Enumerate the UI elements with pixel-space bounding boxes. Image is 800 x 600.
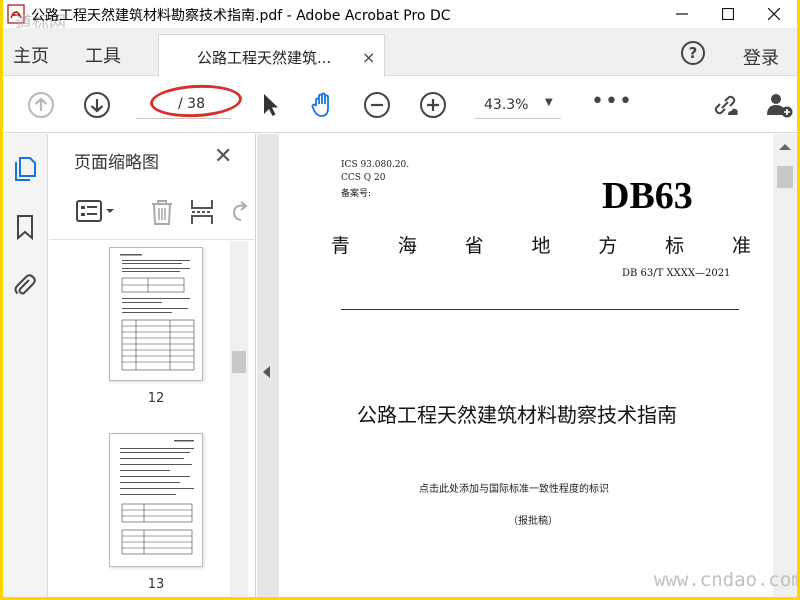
standard-number: DB 63/T XXXX—2021	[622, 268, 731, 279]
document-tab-label: 公路工程天然建筑...	[197, 49, 332, 67]
add-user-icon[interactable]	[765, 91, 793, 119]
zoom-out-icon[interactable]	[363, 91, 391, 119]
record-number: 备案号:	[341, 189, 372, 199]
heading-char: 省	[464, 235, 484, 257]
thumbnails-close-icon[interactable]: ✕	[214, 144, 232, 169]
thumbnails-scrollbar[interactable]	[230, 241, 248, 597]
ics-code: ICS 93.080.20.	[341, 160, 410, 170]
thumbnail-page-12[interactable]	[109, 247, 203, 381]
heading-char: 海	[397, 235, 417, 257]
page-thumbnails-panel: 页面缩略图 ✕ 12 13	[49, 134, 256, 597]
close-window-button[interactable]	[751, 0, 797, 28]
more-tools-icon[interactable]: •••	[591, 89, 633, 114]
watermark-bottom: www.cndao.com	[654, 569, 797, 591]
extract-pages-icon[interactable]	[189, 198, 215, 226]
trash-icon[interactable]	[149, 198, 175, 226]
document-scrollbar[interactable]	[773, 134, 797, 597]
attachment-icon[interactable]	[12, 272, 38, 298]
thumbnails-scrollbar-thumb[interactable]	[232, 351, 246, 373]
zoom-value: 43.3%	[484, 97, 529, 113]
previous-page-icon[interactable]	[27, 91, 55, 119]
standard-code: DB63	[602, 175, 693, 217]
minimize-button[interactable]	[659, 0, 705, 28]
document-page: ICS 93.080.20. CCS Q 20 备案号: DB63 青 海 省 …	[279, 134, 773, 597]
consistency-placeholder[interactable]: 点击此处添加与国际标准一致性程度的标识	[419, 480, 609, 495]
login-button[interactable]: 登录	[743, 44, 779, 70]
heading-char: 地	[531, 235, 551, 257]
zoom-dropdown[interactable]: 43.3% ▼	[475, 91, 561, 119]
document-scrollbar-thumb[interactable]	[777, 166, 793, 188]
page-thumbnails-icon[interactable]	[12, 156, 38, 182]
bookmark-icon[interactable]	[12, 214, 38, 240]
nav-home[interactable]: 主页	[13, 42, 49, 68]
heading-char: 方	[598, 235, 618, 257]
divider-line	[341, 309, 739, 310]
scroll-up-icon[interactable]	[779, 144, 791, 150]
hand-tool-icon[interactable]	[309, 91, 337, 119]
thumbnail-page-13[interactable]	[109, 433, 203, 567]
thumbnail-page-number: 12	[147, 391, 165, 406]
document-tab[interactable]: 公路工程天然建筑... ×	[158, 34, 385, 77]
collapse-arrow-icon[interactable]	[263, 366, 270, 378]
acrobat-window: 道标网 公路工程天然建筑材料勘察技术指南.pdf - Adobe Acrobat…	[3, 0, 797, 597]
maximize-icon	[722, 8, 734, 20]
nav-tools[interactable]: 工具	[85, 42, 121, 68]
ccs-code: CCS Q 20	[341, 173, 386, 183]
left-tool-rail	[3, 134, 48, 597]
help-button[interactable]: ?	[681, 41, 705, 65]
title-bar: 道标网 公路工程天然建筑材料勘察技术指南.pdf - Adobe Acrobat…	[3, 0, 797, 33]
tab-bar: 主页 工具 公路工程天然建筑... × ? 登录	[3, 28, 797, 77]
zoom-in-icon[interactable]	[419, 91, 447, 119]
thumbnail-page-number: 13	[147, 577, 165, 592]
thumbnails-toolbar	[49, 184, 256, 240]
thumbnail-page-content	[120, 440, 194, 555]
select-cursor-icon[interactable]	[256, 91, 284, 119]
document-title: 公路工程天然建筑材料勘察技术指南	[357, 403, 677, 427]
next-page-icon[interactable]	[83, 91, 111, 119]
chevron-down-icon: ▼	[545, 97, 553, 108]
rotate-page-icon[interactable]	[229, 198, 249, 226]
thumbnails-panel-title: 页面缩略图	[74, 153, 159, 173]
thumbnails-list: 12 13	[49, 241, 256, 597]
document-tab-close-icon[interactable]: ×	[362, 48, 375, 67]
minimize-icon	[676, 13, 688, 15]
heading-char: 准	[731, 235, 751, 257]
draft-label: （报批稿）	[508, 516, 558, 527]
window-title: 公路工程天然建筑材料勘察技术指南.pdf - Adobe Acrobat Pro…	[31, 8, 451, 24]
heading-char: 青	[331, 235, 351, 257]
heading-char: 标	[665, 235, 685, 257]
close-icon	[768, 8, 780, 20]
maximize-button[interactable]	[705, 0, 751, 28]
toolbar: / 38 43.3% ▼ •••	[3, 77, 797, 133]
province-standard-heading: 青 海 省 地 方 标 准	[331, 231, 751, 258]
thumbnail-page-content	[120, 254, 195, 371]
share-link-icon[interactable]	[711, 91, 739, 119]
thumbnail-options-icon[interactable]	[75, 198, 117, 224]
panel-collapse-gutter[interactable]	[257, 134, 279, 597]
